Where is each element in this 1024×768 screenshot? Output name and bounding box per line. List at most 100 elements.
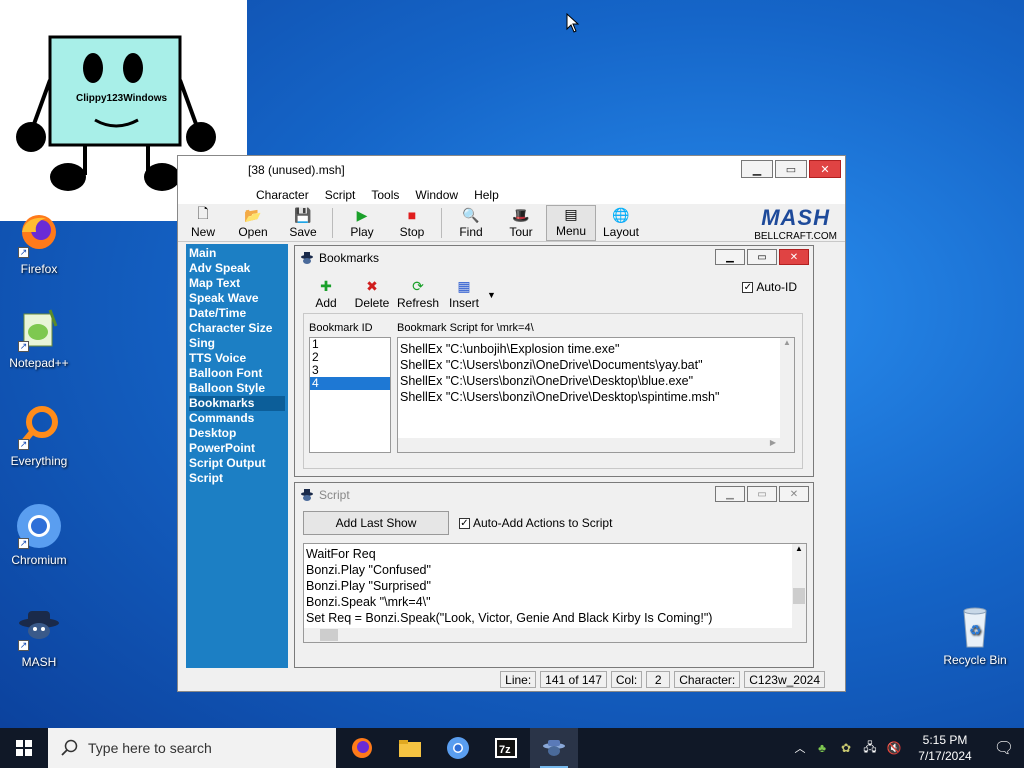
menu-tools[interactable]: Tools bbox=[363, 188, 407, 202]
desktop-icon-notepadpp[interactable]: ↗ Notepad++ bbox=[0, 306, 78, 370]
list-item[interactable]: 3 bbox=[310, 364, 390, 377]
desktop-icon-label: MASH bbox=[21, 655, 57, 669]
side-item-character-size[interactable]: Character Size bbox=[189, 321, 285, 336]
desktop-icon-everything[interactable]: ↗ Everything bbox=[0, 404, 78, 468]
maximize-button[interactable]: ▭ bbox=[775, 160, 807, 178]
delete-bookmark-button[interactable]: ✖ Delete bbox=[349, 276, 395, 312]
side-item-map-text[interactable]: Map Text bbox=[189, 276, 285, 291]
side-item-speak-wave[interactable]: Speak Wave bbox=[189, 291, 285, 306]
script-close-button[interactable]: ✕ bbox=[779, 486, 809, 502]
open-button[interactable]: 📂 Open bbox=[228, 205, 278, 241]
menu-window[interactable]: Window bbox=[407, 188, 466, 202]
taskbar-7zip[interactable]: 7z bbox=[482, 728, 530, 768]
list-item[interactable]: 1 bbox=[310, 338, 390, 351]
system-tray: ︿ ♣ ✿ 🖧 🔇 5:15 PM 7/17/2024 🗨 bbox=[790, 728, 1024, 768]
script-scrollbar-horizontal[interactable] bbox=[304, 628, 806, 642]
taskbar-search-box[interactable]: Type here to search bbox=[48, 728, 336, 768]
stop-button[interactable]: ■ Stop bbox=[387, 205, 437, 241]
auto-id-checkbox[interactable]: ✓ Auto-ID bbox=[742, 280, 797, 294]
side-item-tts-voice[interactable]: TTS Voice bbox=[189, 351, 285, 366]
script-editor[interactable]: WaitFor Req Bonzi.Play "Confused" Bonzi.… bbox=[303, 543, 807, 643]
firefox-icon bbox=[352, 738, 372, 758]
play-button[interactable]: ▶ Play bbox=[337, 205, 387, 241]
close-button[interactable]: ✕ bbox=[809, 160, 841, 178]
side-item-main[interactable]: Main bbox=[189, 246, 285, 261]
minimize-button[interactable]: ▁ bbox=[741, 160, 773, 178]
desktop-icon-firefox[interactable]: ↗ Firefox bbox=[0, 212, 78, 276]
side-item-sing[interactable]: Sing bbox=[189, 336, 285, 351]
menu-character[interactable]: Character bbox=[248, 188, 317, 202]
side-item-date-time[interactable]: Date/Time bbox=[189, 306, 285, 321]
chromium-icon: ↗ bbox=[16, 503, 62, 549]
bookmark-script-scrollbar-horizontal[interactable]: ▶ bbox=[398, 438, 794, 452]
taskbar-clock[interactable]: 5:15 PM 7/17/2024 bbox=[906, 732, 984, 764]
desktop-icon-recycle-bin[interactable]: ♻ Recycle Bin bbox=[936, 603, 1014, 667]
side-item-commands[interactable]: Commands bbox=[189, 411, 285, 426]
bookmarks-title: Bookmarks bbox=[319, 251, 380, 265]
add-last-show-button[interactable]: Add Last Show bbox=[303, 511, 449, 535]
bookmark-script-header: Bookmark Script for \mrk=4\ bbox=[397, 322, 534, 334]
magnifier-icon: 🔍 bbox=[462, 206, 480, 223]
volume-muted-icon[interactable]: 🔇 bbox=[882, 741, 906, 755]
tray-app-icon[interactable]: ✿ bbox=[834, 741, 858, 755]
bookmarks-titlebar[interactable]: Bookmarks ▁ ▭ ✕ bbox=[295, 246, 813, 270]
insert-dropdown-chevron-down-icon[interactable]: ▼ bbox=[487, 276, 496, 312]
insert-button[interactable]: ▦ Insert bbox=[441, 276, 487, 312]
taskbar-firefox[interactable] bbox=[338, 728, 386, 768]
desktop-icon-chromium[interactable]: ↗ Chromium bbox=[0, 503, 78, 567]
notification-icon[interactable]: 🗨 bbox=[984, 738, 1024, 758]
script-line: WaitFor Req bbox=[306, 547, 376, 561]
menu-button[interactable]: ▤ Menu bbox=[546, 205, 596, 241]
bookmarks-close-button[interactable]: ✕ bbox=[779, 249, 809, 265]
side-item-bookmarks[interactable]: Bookmarks bbox=[189, 396, 285, 411]
list-item-selected[interactable]: 4 bbox=[310, 377, 390, 390]
bookmark-script-editor[interactable]: ShellEx "C:\unbojih\Explosion time.exe" … bbox=[397, 337, 795, 453]
taskbar: Type here to search 7z ︿ ♣ ✿ 🖧 🔇 5:15 PM… bbox=[0, 728, 1024, 768]
taskbar-file-explorer[interactable] bbox=[386, 728, 434, 768]
tour-button[interactable]: 🎩 Tour bbox=[496, 205, 546, 241]
7zip-icon: 7z bbox=[495, 738, 517, 758]
play-icon: ▶ bbox=[356, 206, 368, 223]
script-line: ShellEx "C:\Users\bonzi\OneDrive\Desktop… bbox=[400, 390, 720, 404]
desktop-icon-mash[interactable]: ↗ MASH bbox=[0, 605, 78, 669]
script-title: Script bbox=[319, 488, 350, 502]
tray-app-icon[interactable]: ♣ bbox=[810, 741, 834, 755]
script-titlebar[interactable]: Script ▁ ▭ ✕ bbox=[295, 483, 813, 507]
window-titlebar[interactable]: [38 (unused).msh] ▁ ▭ ✕ bbox=[178, 156, 845, 184]
auto-add-label: Auto-Add Actions to Script bbox=[473, 516, 613, 530]
svg-text:7z: 7z bbox=[499, 744, 511, 756]
side-item-balloon-style[interactable]: Balloon Style bbox=[189, 381, 285, 396]
list-item[interactable]: 2 bbox=[310, 351, 390, 364]
refresh-button[interactable]: ⟳ Refresh bbox=[395, 276, 441, 312]
side-item-script[interactable]: Script bbox=[189, 471, 285, 486]
script-minimize-button[interactable]: ▁ bbox=[715, 486, 745, 502]
menu-icon: ▤ bbox=[564, 205, 578, 222]
show-hidden-icons-chevron-up-icon[interactable]: ︿ bbox=[790, 740, 810, 756]
auto-add-checkbox[interactable]: ✓ Auto-Add Actions to Script bbox=[459, 516, 612, 530]
bookmark-script-scrollbar-vertical[interactable]: ▲ bbox=[780, 338, 794, 452]
status-bar: Line: 141 of 147 Col: 2 Character: C123w… bbox=[178, 669, 845, 689]
side-item-balloon-font[interactable]: Balloon Font bbox=[189, 366, 285, 381]
network-icon[interactable]: 🖧 bbox=[858, 738, 882, 759]
new-button[interactable]: 🗋 New bbox=[178, 205, 228, 241]
folder-icon bbox=[399, 740, 421, 757]
find-button[interactable]: 🔍 Find bbox=[446, 205, 496, 241]
side-item-script-output[interactable]: Script Output bbox=[189, 456, 285, 471]
side-item-adv-speak[interactable]: Adv Speak bbox=[189, 261, 285, 276]
save-button[interactable]: 💾 Save bbox=[278, 205, 328, 241]
taskbar-chromium[interactable] bbox=[434, 728, 482, 768]
menu-script[interactable]: Script bbox=[317, 188, 364, 202]
taskbar-mash[interactable] bbox=[530, 728, 578, 768]
script-maximize-button[interactable]: ▭ bbox=[747, 486, 777, 502]
bookmark-id-list[interactable]: 1 2 3 4 bbox=[309, 337, 391, 453]
bookmarks-maximize-button[interactable]: ▭ bbox=[747, 249, 777, 265]
side-item-desktop[interactable]: Desktop bbox=[189, 426, 285, 441]
add-bookmark-button[interactable]: ✚ Add bbox=[303, 276, 349, 312]
clock-date: 7/17/2024 bbox=[918, 749, 972, 763]
side-item-powerpoint[interactable]: PowerPoint bbox=[189, 441, 285, 456]
menu-help[interactable]: Help bbox=[466, 188, 507, 202]
start-button[interactable] bbox=[0, 728, 48, 768]
layout-button[interactable]: 🌐 Layout bbox=[596, 205, 646, 241]
delete-icon: ✖ bbox=[366, 277, 378, 294]
bookmarks-minimize-button[interactable]: ▁ bbox=[715, 249, 745, 265]
